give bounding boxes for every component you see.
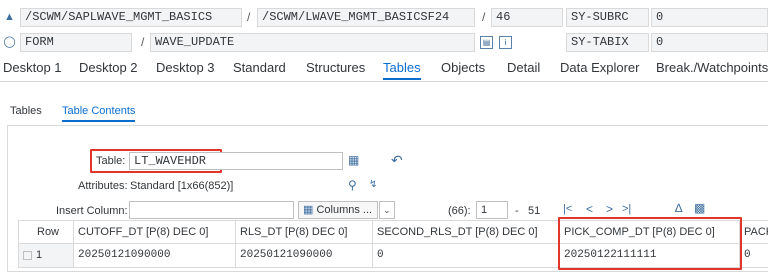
sysvar-value-field[interactable]: 0 — [651, 8, 768, 27]
tab-objects[interactable]: Objects — [441, 60, 485, 75]
save-icon[interactable]: ▩ — [694, 201, 705, 215]
tab-structures[interactable]: Structures — [306, 60, 365, 75]
sysvar-value-field-2[interactable]: 0 — [651, 33, 768, 52]
header-row-program: ▲ /SCWM/SAPLWAVE_MGMT_BASICS / /SCWM/LWA… — [0, 8, 768, 28]
magnifier-icon[interactable]: ⚲ — [348, 178, 357, 192]
row-selector[interactable] — [23, 250, 32, 260]
info-icon[interactable]: i — [499, 36, 512, 49]
first-page-icon[interactable]: |< — [563, 202, 572, 216]
tab-data-explorer[interactable]: Data Explorer — [560, 60, 639, 75]
column-header-second-rls-dt[interactable]: SECOND_RLS_DT [P(8) DEC 0] — [373, 220, 560, 244]
droplet-icon[interactable]: ∆ — [675, 201, 682, 215]
last-page-icon[interactable]: >| — [622, 202, 631, 216]
separator: / — [141, 35, 145, 49]
line-field[interactable]: 46 — [491, 8, 563, 27]
desktop-tab-strip: Desktop 1 Desktop 2 Desktop 3 Standard S… — [0, 56, 768, 82]
row-count: (66): — [448, 205, 471, 217]
source-display-icon[interactable]: ▤ — [480, 36, 493, 49]
sysvar-name-field[interactable]: SY-SUBRC — [566, 8, 649, 27]
column-header-cutoff-dt[interactable]: CUTOFF_DT [P(8) DEC 0] — [74, 220, 236, 244]
sysvar-name-field-2[interactable]: SY-TABIX — [566, 33, 649, 52]
tab-desktop-2[interactable]: Desktop 2 — [79, 60, 138, 75]
next-page-icon[interactable]: > — [606, 202, 613, 216]
insert-column-label: Insert Column: — [56, 205, 128, 217]
from-row-input[interactable]: 1 — [476, 201, 508, 219]
grid-icon: ▦ — [303, 204, 314, 216]
tab-tables[interactable]: Tables — [383, 60, 421, 80]
subtab-tables[interactable]: Tables — [10, 105, 42, 117]
tab-desktop-3[interactable]: Desktop 3 — [156, 60, 215, 75]
table-contents-panel: Table: LT_WAVEHDR ▦ ↶ Attributes: Standa… — [7, 125, 768, 272]
row-number-cell[interactable]: 1 — [18, 244, 74, 268]
subtab-table-contents[interactable]: Table Contents — [62, 105, 136, 122]
column-header-pack[interactable]: PACK — [740, 220, 768, 244]
include-field[interactable]: /SCWM/LWAVE_MGMT_BASICSF24 — [257, 8, 475, 27]
pick-comp-dt-highlight — [558, 217, 742, 270]
attributes-value: Standard [1x66(852)] — [130, 180, 234, 192]
header-row-form: ◯ FORM / WAVE_UPDATE ▤ i SY-TABIX 0 — [0, 33, 768, 53]
columns-dropdown-chevron-icon[interactable]: ⌄ — [379, 201, 395, 219]
table-label: Table: — [96, 155, 126, 167]
tab-standard[interactable]: Standard — [233, 60, 286, 75]
program-icon: ▲ — [4, 11, 15, 23]
previous-page-icon[interactable]: < — [586, 202, 593, 216]
attributes-label: Attributes: — [78, 180, 128, 192]
form-icon: ◯ — [3, 36, 16, 48]
insert-column-input[interactable] — [129, 201, 294, 219]
columns-button[interactable]: ▦ Columns ... — [298, 201, 378, 219]
cell-second-rls-dt[interactable]: 0 — [373, 244, 560, 268]
tables-subtab-strip: Tables Table Contents — [0, 100, 768, 122]
range-dash: - — [515, 205, 519, 217]
cell-cutoff-dt[interactable]: 20250121090000 — [74, 244, 236, 268]
separator: / — [482, 10, 486, 24]
block-type-field[interactable]: FORM — [20, 33, 132, 52]
column-header-rls-dt[interactable]: RLS_DT [P(8) DEC 0] — [236, 220, 373, 244]
cell-rls-dt[interactable]: 20250121090000 — [236, 244, 373, 268]
tab-breakpoints-watchpoints[interactable]: Break./Watchpoints — [656, 60, 768, 75]
program-field[interactable]: /SCWM/SAPLWAVE_MGMT_BASICS — [20, 8, 242, 27]
columns-button-label: Columns ... — [316, 204, 373, 216]
debugger-header: ▲ /SCWM/SAPLWAVE_MGMT_BASICS / /SCWM/LWA… — [0, 0, 768, 56]
cell-pack[interactable]: 0 — [740, 244, 768, 268]
tab-detail[interactable]: Detail — [507, 60, 540, 75]
tab-desktop-1[interactable]: Desktop 1 — [3, 60, 62, 75]
table-name-input[interactable]: LT_WAVEHDR — [129, 152, 343, 170]
column-header-row[interactable]: Row — [18, 220, 74, 244]
undo-arrow-icon[interactable]: ↶ — [391, 153, 403, 167]
block-name-field[interactable]: WAVE_UPDATE — [150, 33, 475, 52]
to-row-value: 51 — [528, 205, 541, 217]
expand-icon[interactable]: ↯ — [369, 178, 377, 192]
table-picker-icon[interactable]: ▦ — [348, 153, 359, 167]
separator: / — [247, 10, 251, 24]
